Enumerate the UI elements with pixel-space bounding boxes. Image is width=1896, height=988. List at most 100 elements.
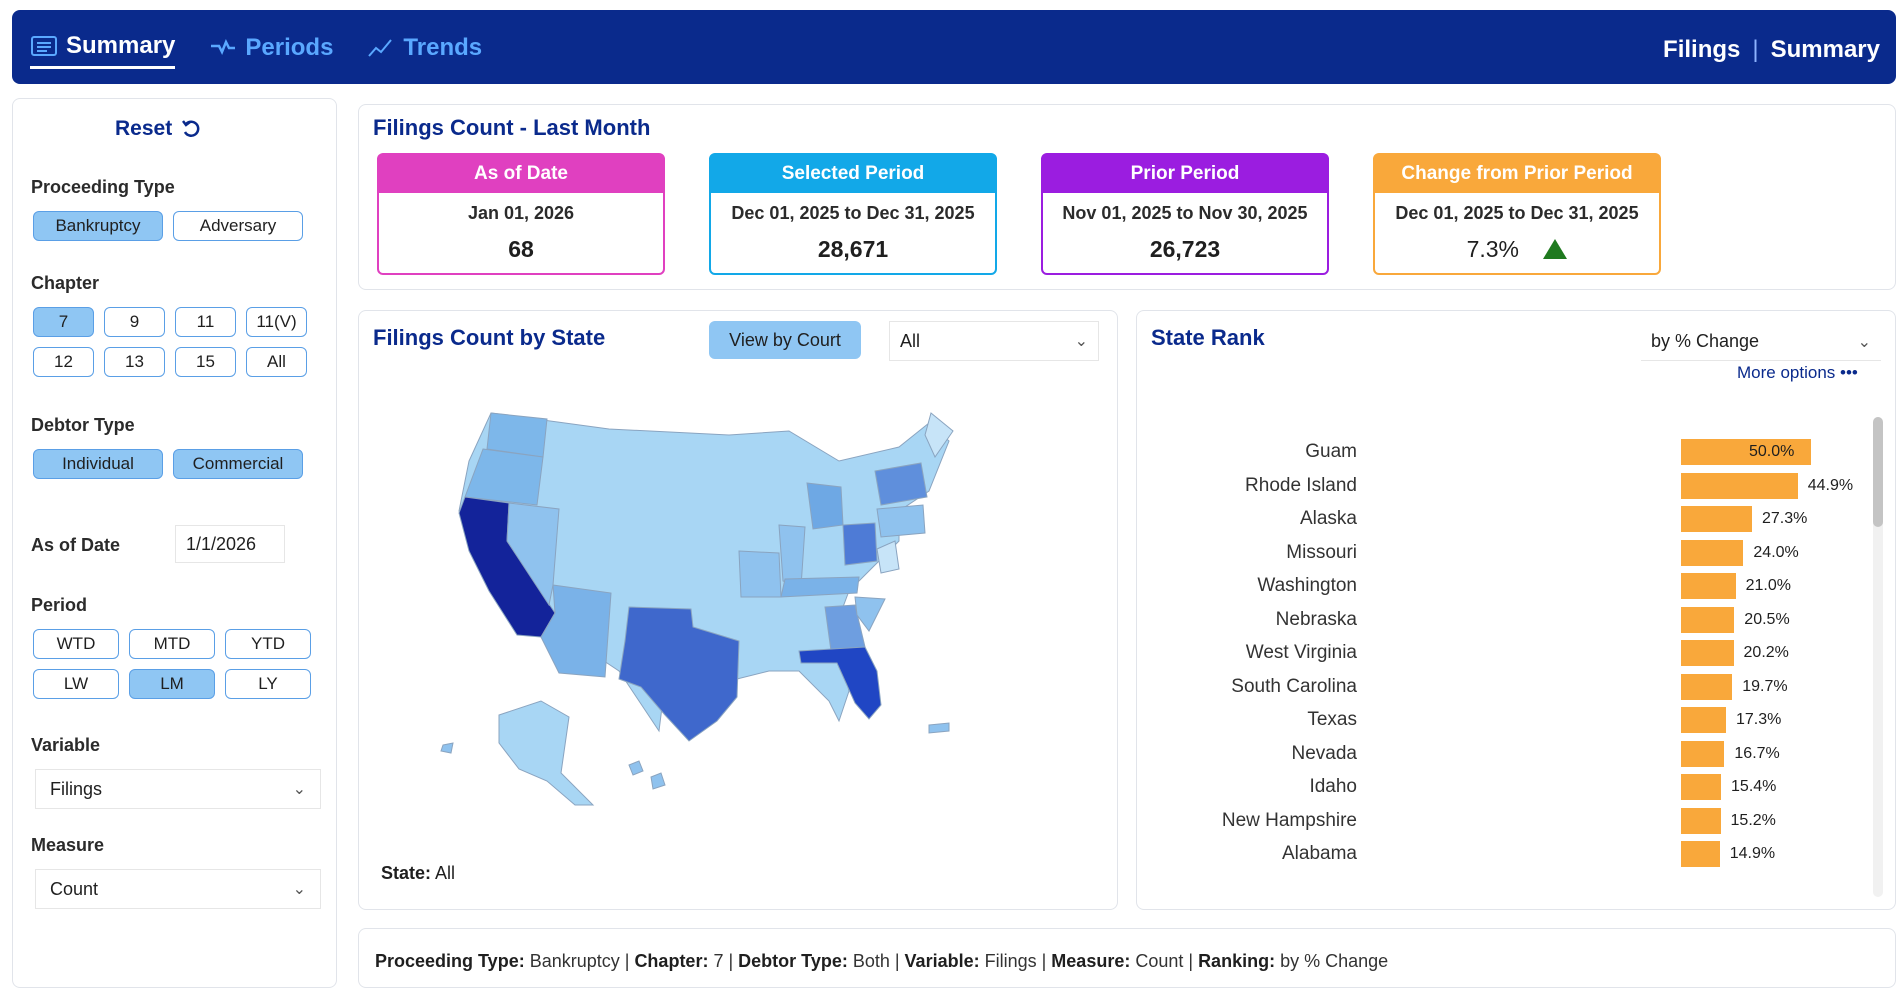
state-selection-label: State: xyxy=(381,863,432,883)
period-mtd-button[interactable]: MTD xyxy=(129,629,215,659)
rank-row[interactable]: South Carolina 19.7% xyxy=(1137,673,1877,702)
rank-value-label: 15.2% xyxy=(1730,811,1776,829)
list-icon xyxy=(31,36,57,56)
rank-value-label: 21.0% xyxy=(1745,577,1791,594)
rank-row[interactable]: West Virginia 20.2% xyxy=(1137,640,1877,668)
state-hawaii-big xyxy=(650,772,666,790)
rank-bar[interactable] xyxy=(1681,774,1722,800)
rank-bar[interactable] xyxy=(1681,740,1725,767)
debtor-commercial-button[interactable]: Commercial xyxy=(173,449,303,479)
kpi-card-date: Dec 01, 2025 to Dec 31, 2025 xyxy=(1395,203,1639,223)
proceeding-adversary-button[interactable]: Adversary xyxy=(173,211,303,241)
rank-bar[interactable] xyxy=(1681,807,1721,834)
tab-trends-label: Trends xyxy=(403,33,483,61)
chapter-options-row-1: 7 9 11 11(V) xyxy=(33,307,307,337)
trend-line-icon xyxy=(368,38,393,57)
summary-value: 7 xyxy=(708,951,724,971)
rank-row[interactable]: Rhode Island 44.9% xyxy=(1137,472,1877,501)
rank-bar[interactable] xyxy=(1681,573,1736,599)
state-missouri xyxy=(738,550,782,598)
kpi-card-value: 26,723 xyxy=(1149,236,1221,262)
rank-state-label: Alaska xyxy=(1299,508,1357,529)
period-options-row-2: LW LM LY xyxy=(33,669,311,699)
chapter-15-button[interactable]: 15 xyxy=(175,347,236,377)
rank-bar[interactable] xyxy=(1681,841,1720,867)
debtor-type-label: Debtor Type xyxy=(31,415,135,435)
rank-row[interactable]: Nebraska 20.5% xyxy=(1137,606,1877,635)
rank-row[interactable]: Alaska 27.3% xyxy=(1137,506,1877,534)
measure-label: Measure xyxy=(31,835,105,855)
chapter-all-button[interactable]: All xyxy=(246,347,307,377)
state-tennessee xyxy=(780,576,860,598)
tab-summary[interactable]: Summary xyxy=(30,32,176,69)
kpi-card-header: Prior Period xyxy=(1043,155,1327,193)
kpi-card-date: Jan 01, 2026 xyxy=(467,203,575,223)
rank-bar[interactable] xyxy=(1681,707,1726,733)
selection-summary-text: Proceeding Type: Bankruptcy | Chapter: 7… xyxy=(375,951,1388,971)
state-michigan xyxy=(806,482,844,530)
kpi-card-header: Selected Period xyxy=(711,155,995,193)
rank-scrollbar-thumb[interactable] xyxy=(1873,417,1883,527)
kpi-panel-title: Filings Count - Last Month xyxy=(373,115,651,140)
rank-value-label: 24.0% xyxy=(1753,543,1799,561)
period-lw-button[interactable]: LW xyxy=(33,669,119,699)
proceeding-bankruptcy-button[interactable]: Bankruptcy xyxy=(33,211,163,241)
chapter-13-button[interactable]: 13 xyxy=(104,347,165,377)
trend-up-icon xyxy=(1543,239,1568,259)
tab-trends[interactable]: Trends xyxy=(367,34,482,68)
rank-row[interactable]: New Hampshire 15.2% xyxy=(1137,807,1877,836)
chapter-12-button[interactable]: 12 xyxy=(33,347,94,377)
chapter-11v-button[interactable]: 11(V) xyxy=(246,307,307,337)
breadcrumb-filings[interactable]: Filings xyxy=(1663,36,1740,64)
summary-key: Proceeding Type: xyxy=(375,951,525,971)
kpi-card-value-row: 7.3% xyxy=(1375,236,1659,263)
rank-bar[interactable] xyxy=(1681,606,1735,633)
period-wtd-button[interactable]: WTD xyxy=(33,629,119,659)
proceeding-type-label: Proceeding Type xyxy=(31,177,175,197)
filter-panel: Reset Proceeding Type Bankruptcy Adversa… xyxy=(12,98,337,988)
rank-bar[interactable] xyxy=(1681,472,1798,499)
tab-strip: Summary Periods Trends xyxy=(30,32,482,69)
tab-summary-label: Summary xyxy=(66,32,176,59)
rank-row[interactable]: Nevada 16.7% xyxy=(1137,740,1877,769)
rank-row[interactable]: Guam 50.0% xyxy=(1137,439,1877,467)
period-ly-button[interactable]: LY xyxy=(225,669,311,699)
state-new-york xyxy=(874,462,928,506)
period-lm-button[interactable]: LM xyxy=(129,669,215,699)
period-ytd-button[interactable]: YTD xyxy=(225,629,311,659)
state-alaska xyxy=(498,700,595,806)
rank-row[interactable]: Alabama 14.9% xyxy=(1137,841,1877,869)
breadcrumb-separator: | xyxy=(1752,36,1759,63)
rank-row[interactable]: Texas 17.3% xyxy=(1137,707,1877,735)
view-by-court-button[interactable]: View by Court xyxy=(709,321,861,359)
kpi-card-as-of-date: As of Date Jan 01, 2026 68 xyxy=(377,153,665,275)
variable-label: Variable xyxy=(31,735,101,755)
reset-button[interactable]: Reset xyxy=(115,117,202,141)
summary-key: Measure: xyxy=(1051,951,1131,971)
variable-value: Filings xyxy=(50,778,103,799)
chapter-9-button[interactable]: 9 xyxy=(104,307,165,337)
rank-state-label: Nevada xyxy=(1291,742,1358,764)
state-hawaii xyxy=(628,760,644,776)
rank-row[interactable]: Idaho 15.4% xyxy=(1137,774,1877,802)
debtor-individual-button[interactable]: Individual xyxy=(33,449,163,479)
rank-scrollbar[interactable] xyxy=(1873,417,1883,897)
rank-bar[interactable] xyxy=(1681,506,1752,532)
rank-row[interactable]: Washington 21.0% xyxy=(1137,573,1877,601)
court-filter-dropdown[interactable]: All ⌄ xyxy=(889,321,1099,361)
rank-row[interactable]: Missouri 24.0% xyxy=(1137,539,1877,568)
measure-dropdown[interactable]: Count ⌄ xyxy=(35,869,321,909)
chapter-11-button[interactable]: 11 xyxy=(175,307,236,337)
us-choropleth-map[interactable] xyxy=(429,401,1049,841)
summary-separator: | xyxy=(1036,951,1052,971)
rank-bar[interactable] xyxy=(1681,640,1734,666)
tab-periods[interactable]: Periods xyxy=(209,34,333,68)
rank-bar[interactable] xyxy=(1681,539,1744,566)
rank-value-label: 20.2% xyxy=(1743,644,1789,661)
rank-state-label: Missouri xyxy=(1286,541,1357,563)
rank-bar[interactable] xyxy=(1681,673,1733,700)
variable-dropdown[interactable]: Filings ⌄ xyxy=(35,769,321,809)
reset-label: Reset xyxy=(115,117,173,140)
chapter-7-button[interactable]: 7 xyxy=(33,307,94,337)
as-of-date-input[interactable]: 1/1/2026 xyxy=(175,525,285,563)
